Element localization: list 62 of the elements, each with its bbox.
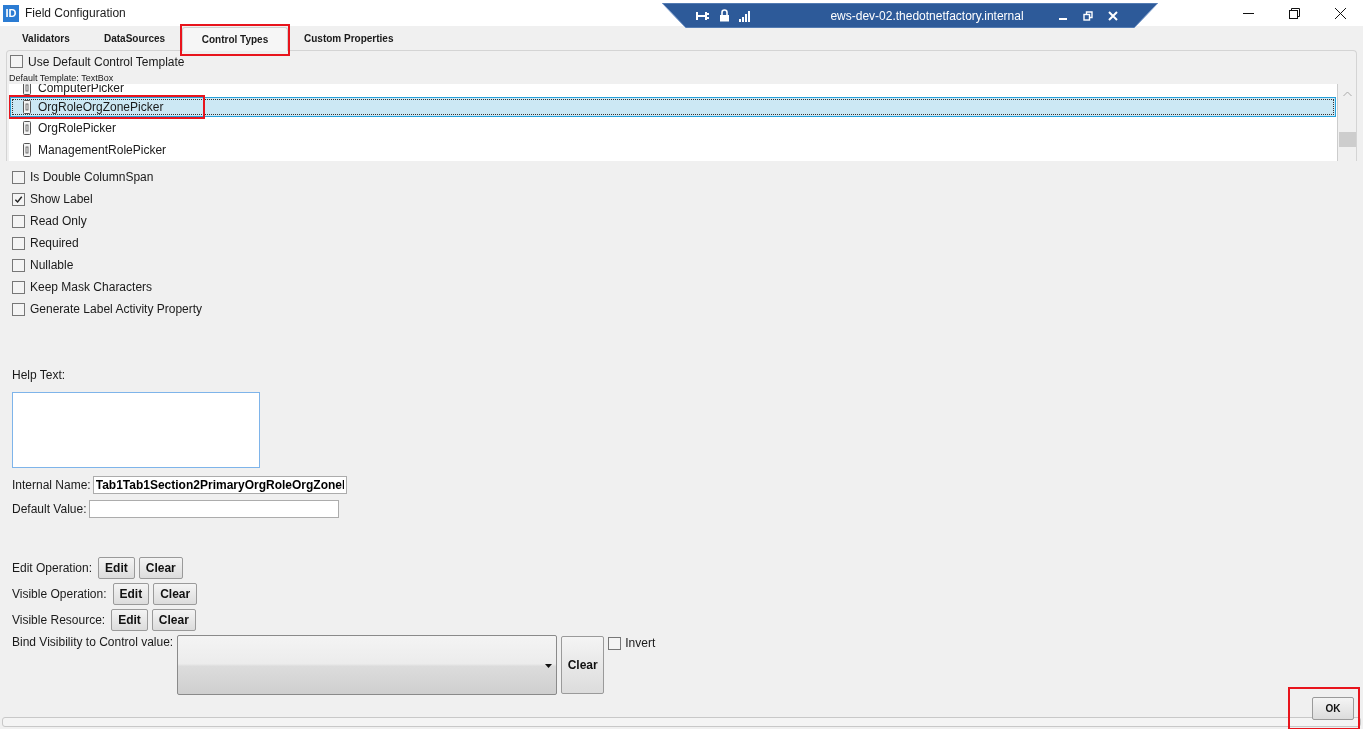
operation-label: Visible Resource: <box>12 613 106 627</box>
bind-label: Bind Visibility to Control value: <box>12 635 174 649</box>
control-icon <box>23 100 31 115</box>
close-icon <box>1334 7 1346 19</box>
checkbox-label: Required <box>30 236 79 250</box>
checkbox-label: Show Label <box>30 192 93 206</box>
action-button[interactable]: Edit <box>112 583 150 605</box>
tab[interactable]: Custom Properties <box>288 26 410 50</box>
operation-label: Edit Operation: <box>12 561 93 575</box>
dropdown-arrow-icon <box>545 664 553 668</box>
checkbox-label: Nullable <box>30 258 74 272</box>
field-label: Default Value: <box>12 502 87 516</box>
scrollbar-thumb[interactable] <box>1339 132 1356 147</box>
help-text-label: Help Text: <box>12 368 67 384</box>
close-icon[interactable] <box>1108 10 1118 21</box>
connection-host: ews-dev-02.thedotnetfactory.internal <box>829 8 1025 23</box>
horizontal-scrollbar[interactable] <box>2 717 1361 727</box>
checkbox[interactable] <box>12 302 25 316</box>
checkbox-label: Keep Mask Characters <box>30 280 153 294</box>
action-button[interactable]: Clear <box>138 557 183 579</box>
list-item[interactable]: OrgRolePicker <box>10 118 1336 139</box>
checkbox[interactable] <box>12 192 25 206</box>
checkbox-label: Invert <box>625 636 656 650</box>
restore-icon <box>1288 7 1300 19</box>
checkbox[interactable] <box>10 55 23 68</box>
internal-name-field[interactable]: Tab1Tab1Section2PrimaryOrgRoleOrgZoneI <box>92 476 347 494</box>
pin-icon[interactable] <box>696 9 710 22</box>
tab[interactable]: Control Types <box>182 27 288 51</box>
action-button[interactable]: Clear <box>153 583 198 605</box>
restore-icon[interactable] <box>1083 10 1093 21</box>
default-template-text: Default Template: TextBox <box>8 72 115 84</box>
checkbox[interactable] <box>12 214 25 228</box>
checkbox[interactable] <box>12 280 25 294</box>
action-button[interactable]: Clear <box>151 609 196 631</box>
checkbox[interactable] <box>12 236 25 250</box>
operation-label: Visible Operation: <box>12 587 107 601</box>
app-icon: ID <box>3 4 19 22</box>
default-value-field[interactable] <box>88 500 339 518</box>
ok-button[interactable]: OK <box>1312 697 1354 720</box>
window-title: Field Configuration <box>25 6 126 20</box>
signal-icon <box>739 9 751 22</box>
control-icon <box>23 142 31 157</box>
tab[interactable]: Validators <box>6 26 88 50</box>
tab[interactable]: DataSources <box>88 26 182 50</box>
checkbox[interactable] <box>608 636 622 650</box>
checkbox-label: Use Default Control Template <box>28 54 185 69</box>
action-button[interactable]: Edit <box>98 557 135 579</box>
checkbox-label: Generate Label Activity Property <box>30 302 203 316</box>
action-button[interactable]: Edit <box>111 609 148 631</box>
lock-icon <box>719 9 730 22</box>
control-icon <box>23 121 31 136</box>
checkbox-label: Read Only <box>30 214 87 228</box>
checkbox[interactable] <box>12 170 25 184</box>
checkbox[interactable] <box>12 258 25 272</box>
checkbox-label: Is Double ColumnSpan <box>30 170 154 184</box>
clear-button[interactable]: Clear <box>561 636 605 694</box>
list-item[interactable]: OrgRoleOrgZonePicker <box>10 97 1336 118</box>
list-item[interactable]: ManagementRolePicker <box>10 139 1336 160</box>
field-label: Internal Name: <box>12 478 91 492</box>
control-dropdown[interactable] <box>177 635 558 695</box>
help-text-field[interactable] <box>12 392 260 468</box>
list-item[interactable]: ComputerPicker <box>10 84 1336 96</box>
